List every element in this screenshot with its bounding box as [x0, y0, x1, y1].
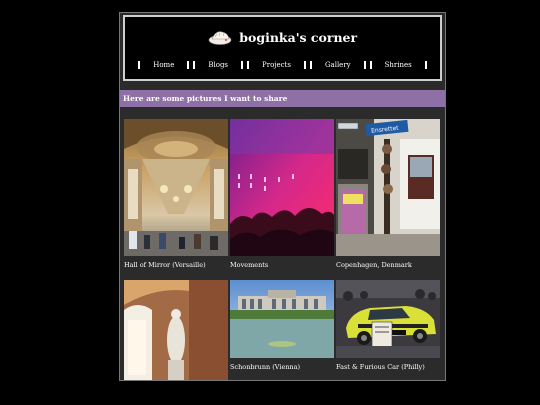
- nav-divider: [193, 61, 196, 69]
- photo-caption: Fast & Furious Car (Philly): [336, 363, 425, 371]
- nav-divider: [424, 61, 427, 69]
- photo-fast-furious-car[interactable]: [336, 280, 440, 358]
- site-brand[interactable]: boginka's corner: [125, 29, 440, 48]
- photo-caption: Movements: [230, 261, 269, 269]
- nav-divider: [303, 61, 306, 69]
- photo-caption: Schonbrunn (Vienna): [230, 363, 301, 371]
- page-container: boginka's corner Home Blogs Projects Gal…: [119, 12, 446, 381]
- photo-caption: Hall of Mirror (Versaille): [124, 261, 206, 269]
- photo-hall-of-mirrors[interactable]: [124, 119, 228, 256]
- nav-divider: [247, 61, 250, 69]
- photo-museum-statue[interactable]: [124, 280, 228, 380]
- nav-blogs[interactable]: Blogs: [197, 61, 239, 69]
- site-header: boginka's corner Home Blogs Projects Gal…: [123, 15, 442, 81]
- photo-schonbrunn[interactable]: [230, 280, 334, 358]
- nav-divider: [138, 61, 141, 69]
- nav-divider: [309, 61, 312, 69]
- nav-gallery[interactable]: Gallery: [314, 61, 362, 69]
- nav-divider: [187, 61, 190, 69]
- gallery-banner: Here are some pictures I want to share: [120, 90, 445, 107]
- nav-shrines[interactable]: Shrines: [374, 61, 423, 69]
- nav-home[interactable]: Home: [142, 61, 185, 69]
- gallery-item[interactable]: Fast & Furious Car (Philly): [336, 280, 440, 371]
- gallery-item[interactable]: Schonbrunn (Vienna): [230, 280, 334, 371]
- photo-caption: Copenhagen, Denmark: [336, 261, 412, 269]
- gallery-item[interactable]: Hall of Mirror (Versaille): [124, 119, 228, 269]
- gallery-item[interactable]: [124, 280, 228, 380]
- gallery-item[interactable]: Ensrettet Copenhagen, Denmark: [336, 119, 440, 269]
- gallery-item[interactable]: Movements: [230, 119, 334, 269]
- nav-divider: [241, 61, 244, 69]
- nav-divider: [369, 61, 372, 69]
- nav-projects[interactable]: Projects: [251, 61, 302, 69]
- dumpling-logo-icon: [208, 29, 232, 48]
- photo-copenhagen[interactable]: Ensrettet: [336, 119, 440, 256]
- nav-divider: [363, 61, 366, 69]
- main-nav: Home Blogs Projects Gallery Shrines: [125, 59, 440, 71]
- site-title: boginka's corner: [239, 30, 358, 45]
- photo-movements[interactable]: [230, 119, 334, 256]
